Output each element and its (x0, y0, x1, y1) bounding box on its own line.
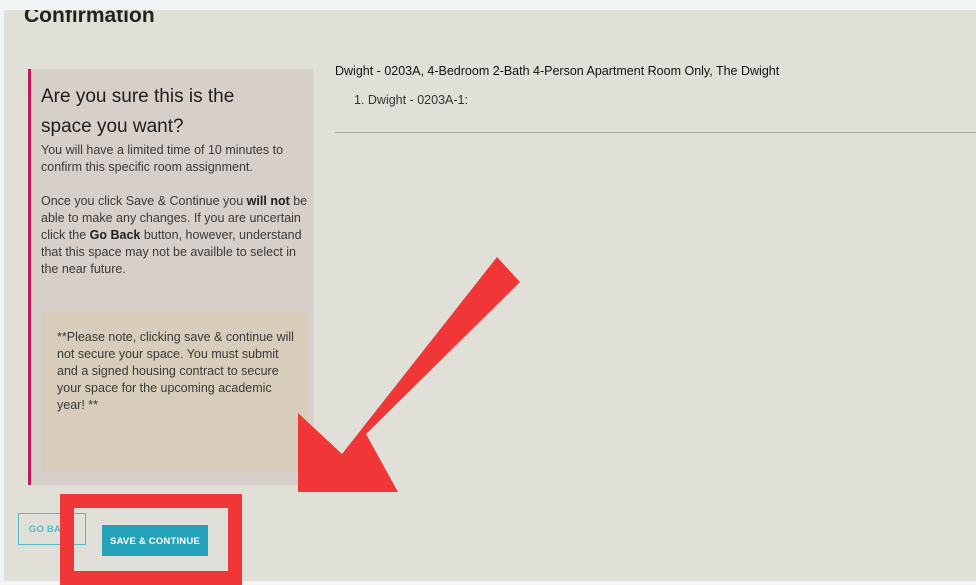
highlight-box-annotation (60, 494, 242, 585)
panel-body: Once you click Save & Continue you will … (41, 193, 309, 278)
panel-heading: Are you sure this is the space you want? (41, 82, 309, 142)
panel-body-pre: Once you click Save & Continue you (41, 194, 247, 208)
panel-heading-line1: Are you sure this is the (41, 86, 235, 107)
room-listing-title: Dwight - 0203A, 4-Bedroom 2-Bath 4-Perso… (335, 64, 780, 78)
warning-panel: Are you sure this is the space you want?… (28, 69, 313, 485)
panel-heading-line2: space you want? (41, 116, 184, 137)
room-listing-item: 1. Dwight - 0203A-1: (354, 93, 468, 107)
listing-divider (335, 132, 976, 133)
screenshot-stage: Confirmation Are you sure this is the sp… (0, 0, 976, 585)
room-listing: Dwight - 0203A, 4-Bedroom 2-Bath 4-Perso… (335, 63, 976, 108)
panel-body-go-back: Go Back (89, 228, 141, 242)
contract-note: **Please note, clicking save & continue … (41, 312, 308, 472)
panel-body-not: not (270, 194, 290, 208)
panel-body-will: will (246, 194, 267, 208)
page-title: Confirmation (24, 10, 155, 27)
panel-intro: You will have a limited time of 10 minut… (41, 143, 284, 174)
